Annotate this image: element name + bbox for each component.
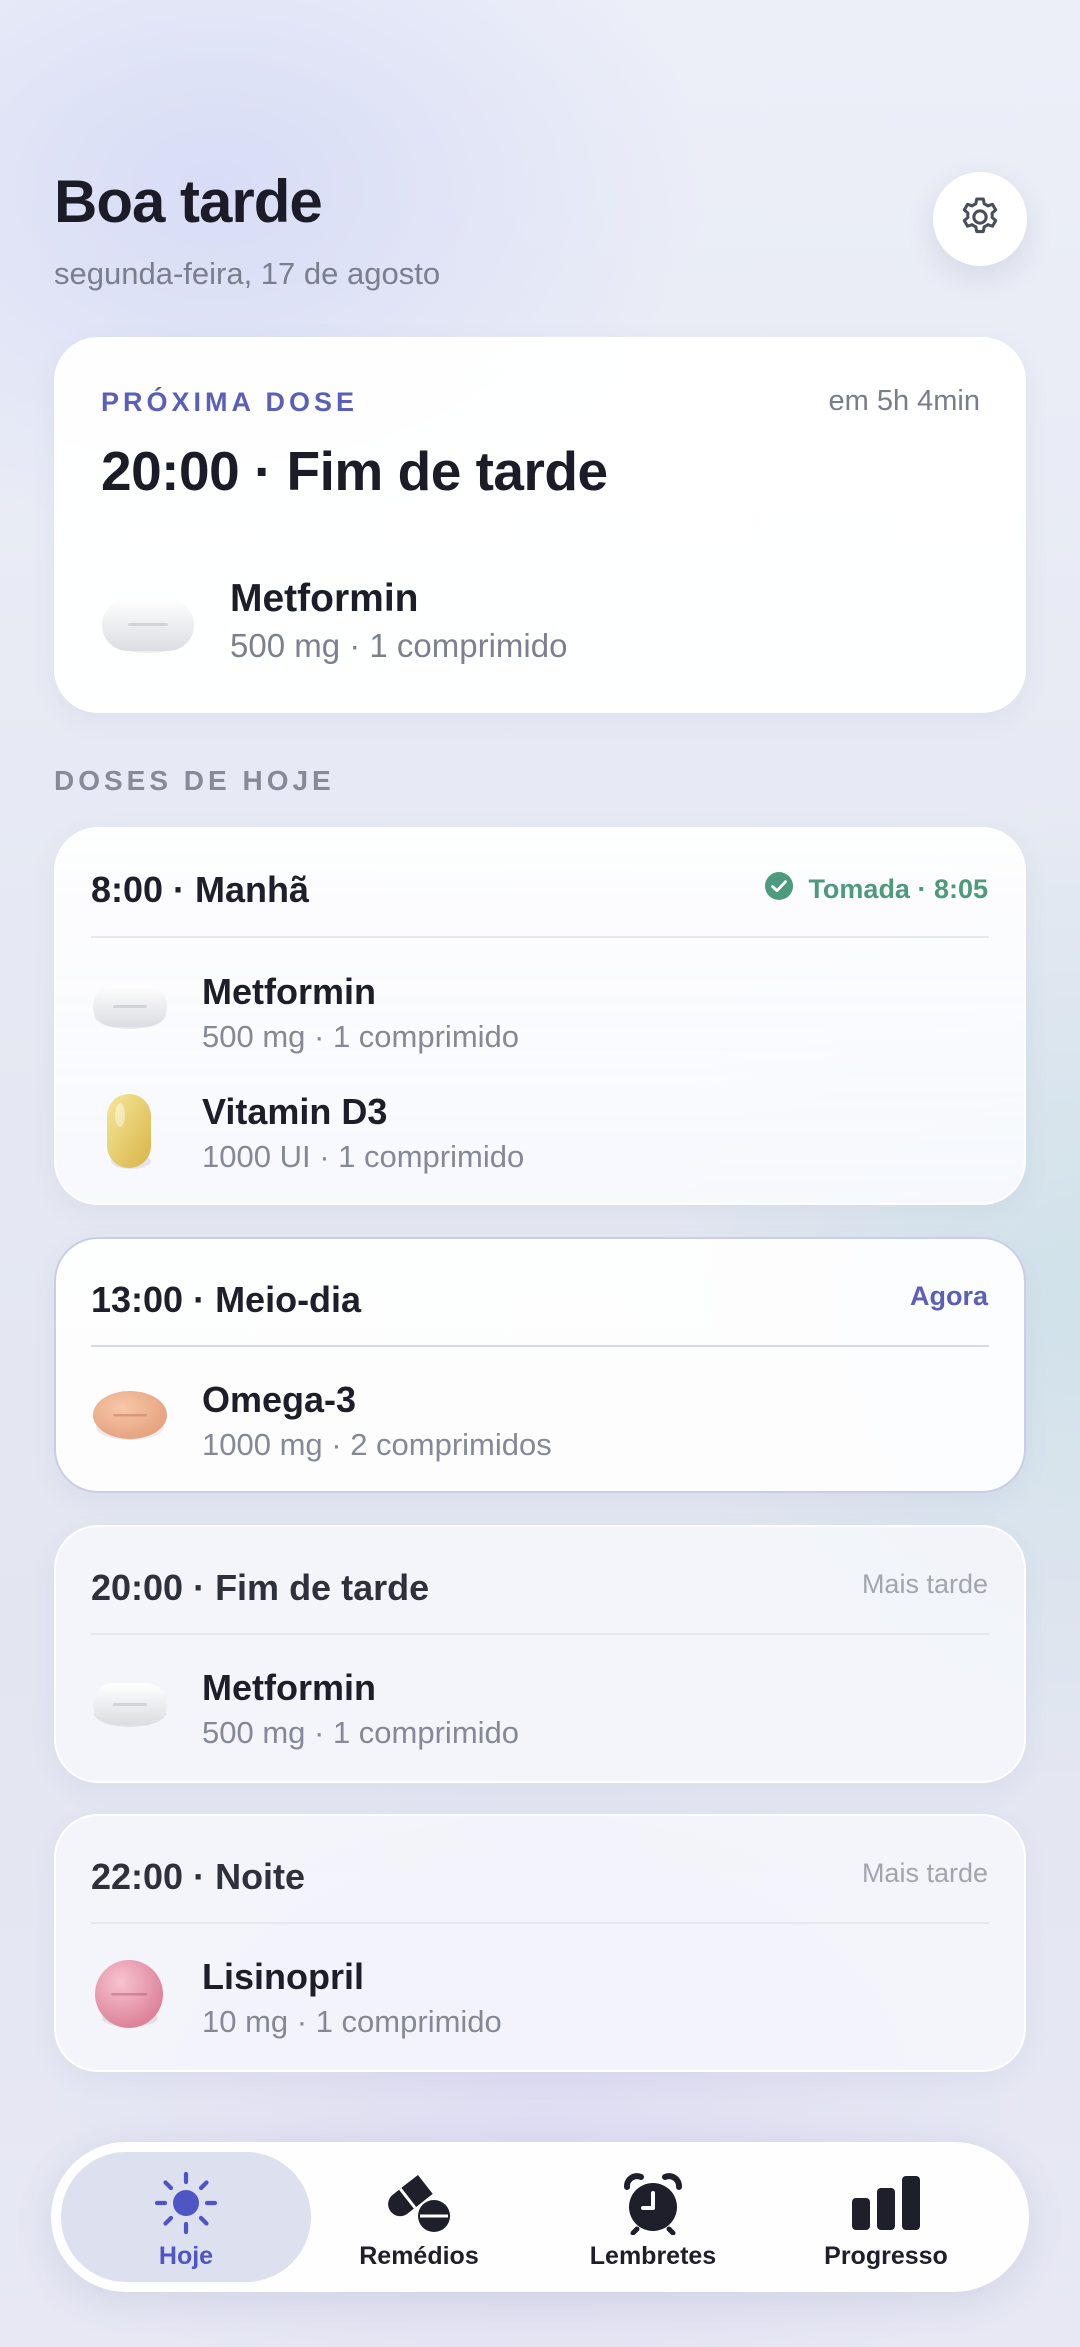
med-detail: 1000 mg · 2 comprimidos: [202, 1427, 552, 1462]
orange-oval-pill-icon: [91, 1387, 169, 1450]
dose-status-taken: Tomada · 8:05: [764, 871, 988, 908]
dose-group-midday[interactable]: 13:00 · Meio-dia Agora Omega-3 1000 mg ·…: [54, 1237, 1026, 1493]
med-name: Metformin: [202, 1667, 376, 1708]
med-name: Vitamin D3: [202, 1091, 388, 1132]
dose-group-morning[interactable]: 8:00 · Manhã Tomada · 8:05 Metformin 500…: [54, 827, 1026, 1205]
nav-item-medicines[interactable]: Remédios: [294, 2152, 544, 2282]
med-name: Metformin: [202, 971, 376, 1012]
next-dose-med-name: Metformin: [230, 577, 419, 620]
nav-label: Lembretes: [589, 2242, 717, 2270]
dose-group-time: 20:00 · Fim de tarde: [91, 1567, 430, 1608]
nav-label: Remédios: [359, 2242, 479, 2270]
white-oval-pill-icon: [91, 979, 169, 1038]
yellow-capsule-icon: [104, 1091, 156, 1180]
next-dose-label: PRÓXIMA DOSE: [101, 387, 359, 417]
dose-group-night[interactable]: 22:00 · Noite Mais tarde Lisinopril 10 m…: [54, 1814, 1026, 2072]
nav-label: Progresso: [824, 2242, 948, 2270]
next-dose-time: 20:00 · Fim de tarde: [101, 440, 608, 502]
nav-item-today[interactable]: Hoje: [61, 2152, 311, 2282]
med-name: Lisinopril: [202, 1956, 364, 1997]
dose-group-time: 13:00 · Meio-dia: [91, 1279, 362, 1320]
next-dose-eta: em 5h 4min: [828, 385, 980, 417]
dose-group-evening[interactable]: 20:00 · Fim de tarde Mais tarde Metformi…: [54, 1525, 1026, 1783]
divider: [91, 1345, 989, 1347]
section-title-today: DOSES DE HOJE: [54, 765, 335, 796]
med-detail: 1000 UI · 1 comprimido: [202, 1139, 525, 1174]
med-detail: 500 mg · 1 comprimido: [202, 1715, 520, 1750]
nav-label: Hoje: [158, 2242, 214, 2270]
med-name: Omega-3: [202, 1379, 357, 1420]
dose-group-time: 8:00 · Manhã: [91, 869, 310, 910]
med-detail: 10 mg · 1 comprimido: [202, 2004, 502, 2039]
next-dose-med-detail: 500 mg · 1 comprimido: [230, 627, 568, 664]
divider: [91, 1633, 989, 1635]
check-circle-icon: [764, 871, 794, 908]
nav-item-progress[interactable]: Progresso: [761, 2152, 1011, 2282]
pills-icon: [384, 2170, 454, 2236]
sun-icon: [153, 2170, 219, 2236]
gear-icon: [957, 194, 1003, 245]
greeting-title: Boa tarde: [54, 168, 323, 235]
divider: [91, 1922, 989, 1924]
alarm-clock-icon: [621, 2170, 685, 2236]
settings-button[interactable]: [933, 172, 1027, 266]
dose-status-now: Agora: [909, 1281, 988, 1311]
current-date: segunda-feira, 17 de agosto: [54, 256, 441, 291]
nav-item-reminders[interactable]: Lembretes: [528, 2152, 778, 2282]
divider: [91, 936, 989, 938]
med-detail: 500 mg · 1 comprimido: [202, 1019, 520, 1054]
bottom-nav: Hoje Remédios Lembretes Progresso: [51, 2142, 1029, 2292]
dose-group-time: 22:00 · Noite: [91, 1856, 306, 1897]
white-oval-pill-icon: [91, 1677, 169, 1736]
dose-status-later: Mais tarde: [861, 1858, 988, 1888]
next-dose-card[interactable]: PRÓXIMA DOSE em 5h 4min 20:00 · Fim de t…: [54, 337, 1026, 713]
bar-chart-icon: [850, 2170, 922, 2236]
white-oval-pill-icon: [100, 593, 196, 662]
pink-round-pill-icon: [91, 1958, 167, 2039]
dose-status-later: Mais tarde: [861, 1569, 988, 1599]
